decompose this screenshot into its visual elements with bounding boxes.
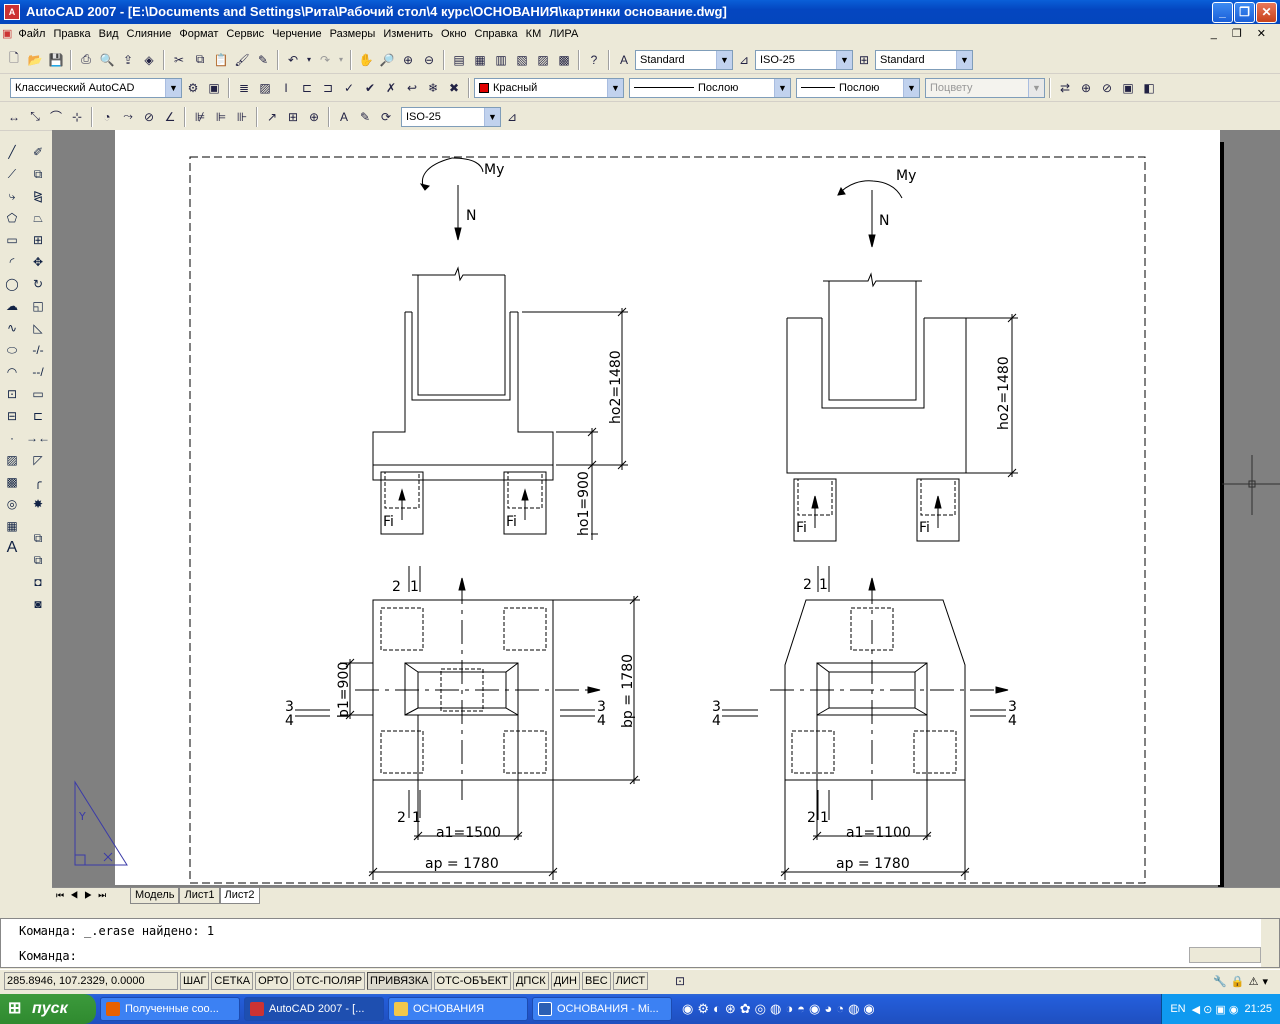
firefox-icon [106, 1002, 120, 1016]
system-tray: EN ◀ ⊙ ▣ ◉ 21:25 [1161, 994, 1280, 1024]
crosshair-cursor [1222, 455, 1280, 515]
section-1-bottom-right: 1 [820, 810, 829, 826]
osnap-toggle[interactable]: ПРИВЯЗКА [367, 972, 432, 990]
section-4-left-r: 4 [597, 713, 606, 729]
ap-dim-left: ap = 1780 [425, 856, 499, 872]
right-foundation-elevation [786, 180, 1018, 542]
command-history: Команда: _.erase найдено: 1 [19, 924, 215, 938]
force-label-left: N [466, 208, 476, 224]
section-4-left-l: 4 [285, 713, 294, 729]
section-1-bottom-left: 1 [412, 810, 421, 826]
command-hscroll[interactable] [1189, 947, 1261, 963]
snap-toggle[interactable]: ШАГ [180, 972, 210, 990]
ho2-dim-left: ho2=1480 [608, 350, 624, 424]
pile-force-label-4: Fi [919, 520, 930, 536]
taskbar-word[interactable]: ОСНОВАНИЯ - Mi... [532, 997, 672, 1021]
grid-toggle[interactable]: СЕТКА [211, 972, 254, 990]
taskbar-autocad[interactable]: AutoCAD 2007 - [... [244, 997, 384, 1021]
force-label-right: N [879, 213, 889, 229]
ap-dim-right: ap = 1780 [836, 856, 910, 872]
windows-taskbar: ⊞ пуск Полученные соо... AutoCAD 2007 - [… [0, 994, 1280, 1024]
section-2-bottom-left: 2 [397, 810, 406, 826]
section-1-top-right: 1 [819, 577, 828, 593]
ho1-dim: ho1=900 [576, 471, 592, 536]
ucs-icon [74, 780, 128, 866]
tab-nav-arrows[interactable]: ⏮◀▶⏭ [52, 890, 130, 901]
drawing-canvas[interactable]: My N Fi Fi My N Fi Fi ho2=1480 ho1=900 h… [0, 0, 1280, 900]
tab-sheet1[interactable]: Лист1 [179, 888, 220, 904]
section-4-right-l: 4 [712, 713, 721, 729]
pile-force-label-1: Fi [383, 514, 394, 530]
b1-dim: b1=900 [336, 662, 352, 718]
tab-model[interactable]: Модель [130, 888, 180, 904]
language-indicator[interactable]: EN [1170, 1003, 1185, 1015]
polar-toggle[interactable]: ОТС-ПОЛЯР [293, 972, 366, 990]
layout-tabs-bar: ⏮◀▶⏭ Модель Лист1 Лист2 [52, 887, 1280, 904]
status-bar: 285.8946, 107.2329, 0.0000 ШАГ СЕТКА ОРТ… [0, 969, 1280, 992]
clock[interactable]: 21:25 [1244, 1003, 1272, 1015]
windows-logo-icon: ⊞ [8, 1000, 22, 1017]
section-4-right-r: 4 [1008, 713, 1017, 729]
a1-dim-right: a1=1100 [846, 825, 911, 841]
coordinates-readout[interactable]: 285.8946, 107.2329, 0.0000 [4, 972, 178, 990]
dyn-toggle[interactable]: ДИН [550, 972, 581, 990]
taskbar-firefox[interactable]: Полученные соо... [100, 997, 240, 1021]
quick-launch-icons[interactable]: ◉⚙◐⊛✿◎◍◑◓◉◕◔◍◉ [682, 1001, 879, 1017]
command-scrollbar[interactable] [1261, 919, 1279, 967]
maximize-viewport-icon[interactable]: ⊡ [670, 971, 690, 991]
status-tray-icons[interactable]: 🔧🔒⚠▾ [1213, 975, 1272, 988]
ucs-y-label: Y [78, 810, 86, 823]
start-button[interactable]: ⊞ пуск [0, 994, 96, 1024]
paper-toggle[interactable]: ЛИСТ [612, 972, 649, 990]
section-2-top-right: 2 [803, 577, 812, 593]
word-icon [538, 1002, 552, 1016]
taskbar-folder[interactable]: ОСНОВАНИЯ [388, 997, 528, 1021]
a1-dim-left: a1=1500 [436, 825, 501, 841]
pile-force-label-2: Fi [506, 514, 517, 530]
tab-sheet2[interactable]: Лист2 [219, 888, 260, 904]
moment-label-right: My [896, 168, 916, 184]
command-prompt[interactable]: Команда: [19, 949, 77, 963]
ho2-dim-right: ho2=1480 [996, 356, 1012, 430]
section-1-top-left: 1 [410, 579, 419, 595]
moment-label-left: My [484, 162, 504, 178]
pile-force-label-3: Fi [796, 520, 807, 536]
section-2-top-left: 2 [392, 579, 401, 595]
ducs-toggle[interactable]: ДПСК [512, 972, 549, 990]
tray-icons[interactable]: ◀ ⊙ ▣ ◉ [1192, 1003, 1239, 1016]
otrack-toggle[interactable]: ОТС-ОБЪЕКТ [433, 972, 511, 990]
autocad-icon [250, 1002, 264, 1016]
folder-icon [394, 1002, 408, 1016]
viewport-border [189, 156, 1146, 884]
lwt-toggle[interactable]: ВЕС [582, 972, 611, 990]
section-2-bottom-right: 2 [807, 810, 816, 826]
command-line[interactable]: Команда: _.erase найдено: 1 Команда: [0, 918, 1280, 968]
ortho-toggle[interactable]: ОРТО [255, 972, 292, 990]
bp-dim: bp = 1780 [620, 654, 636, 728]
